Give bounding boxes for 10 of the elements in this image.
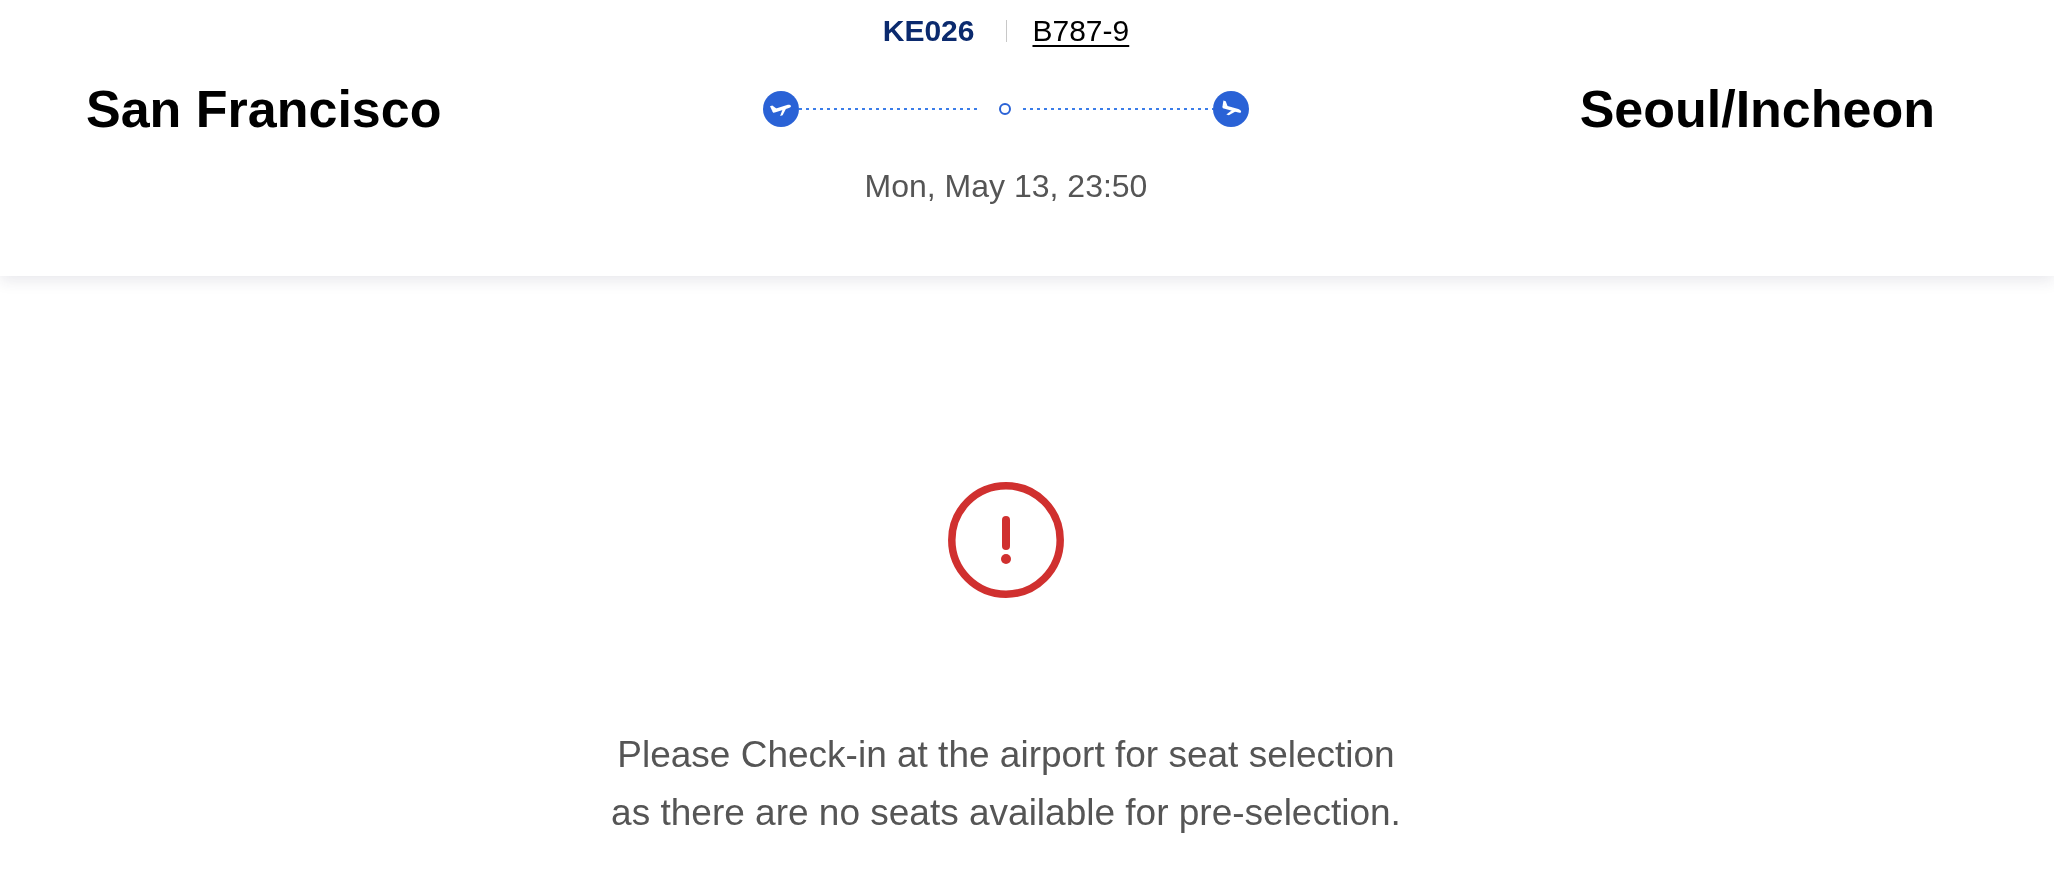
aircraft-type-link[interactable]: B787-9 [1032, 13, 1130, 49]
ring-icon [999, 103, 1011, 115]
exclamation-icon [948, 482, 1064, 598]
notice-text: Please Check-in at the airport for seat selection as there are no seats available for pre-selection. [611, 733, 1401, 835]
plane-icon [1213, 91, 1249, 127]
flight-number: KE026 [882, 13, 975, 49]
departure-time: Mon, May 13, 23:50 [864, 167, 1148, 205]
origin-city: San Francisco [86, 79, 442, 139]
destination-city: Seoul/Incheon [1579, 79, 1935, 139]
plane-icon [763, 91, 799, 127]
